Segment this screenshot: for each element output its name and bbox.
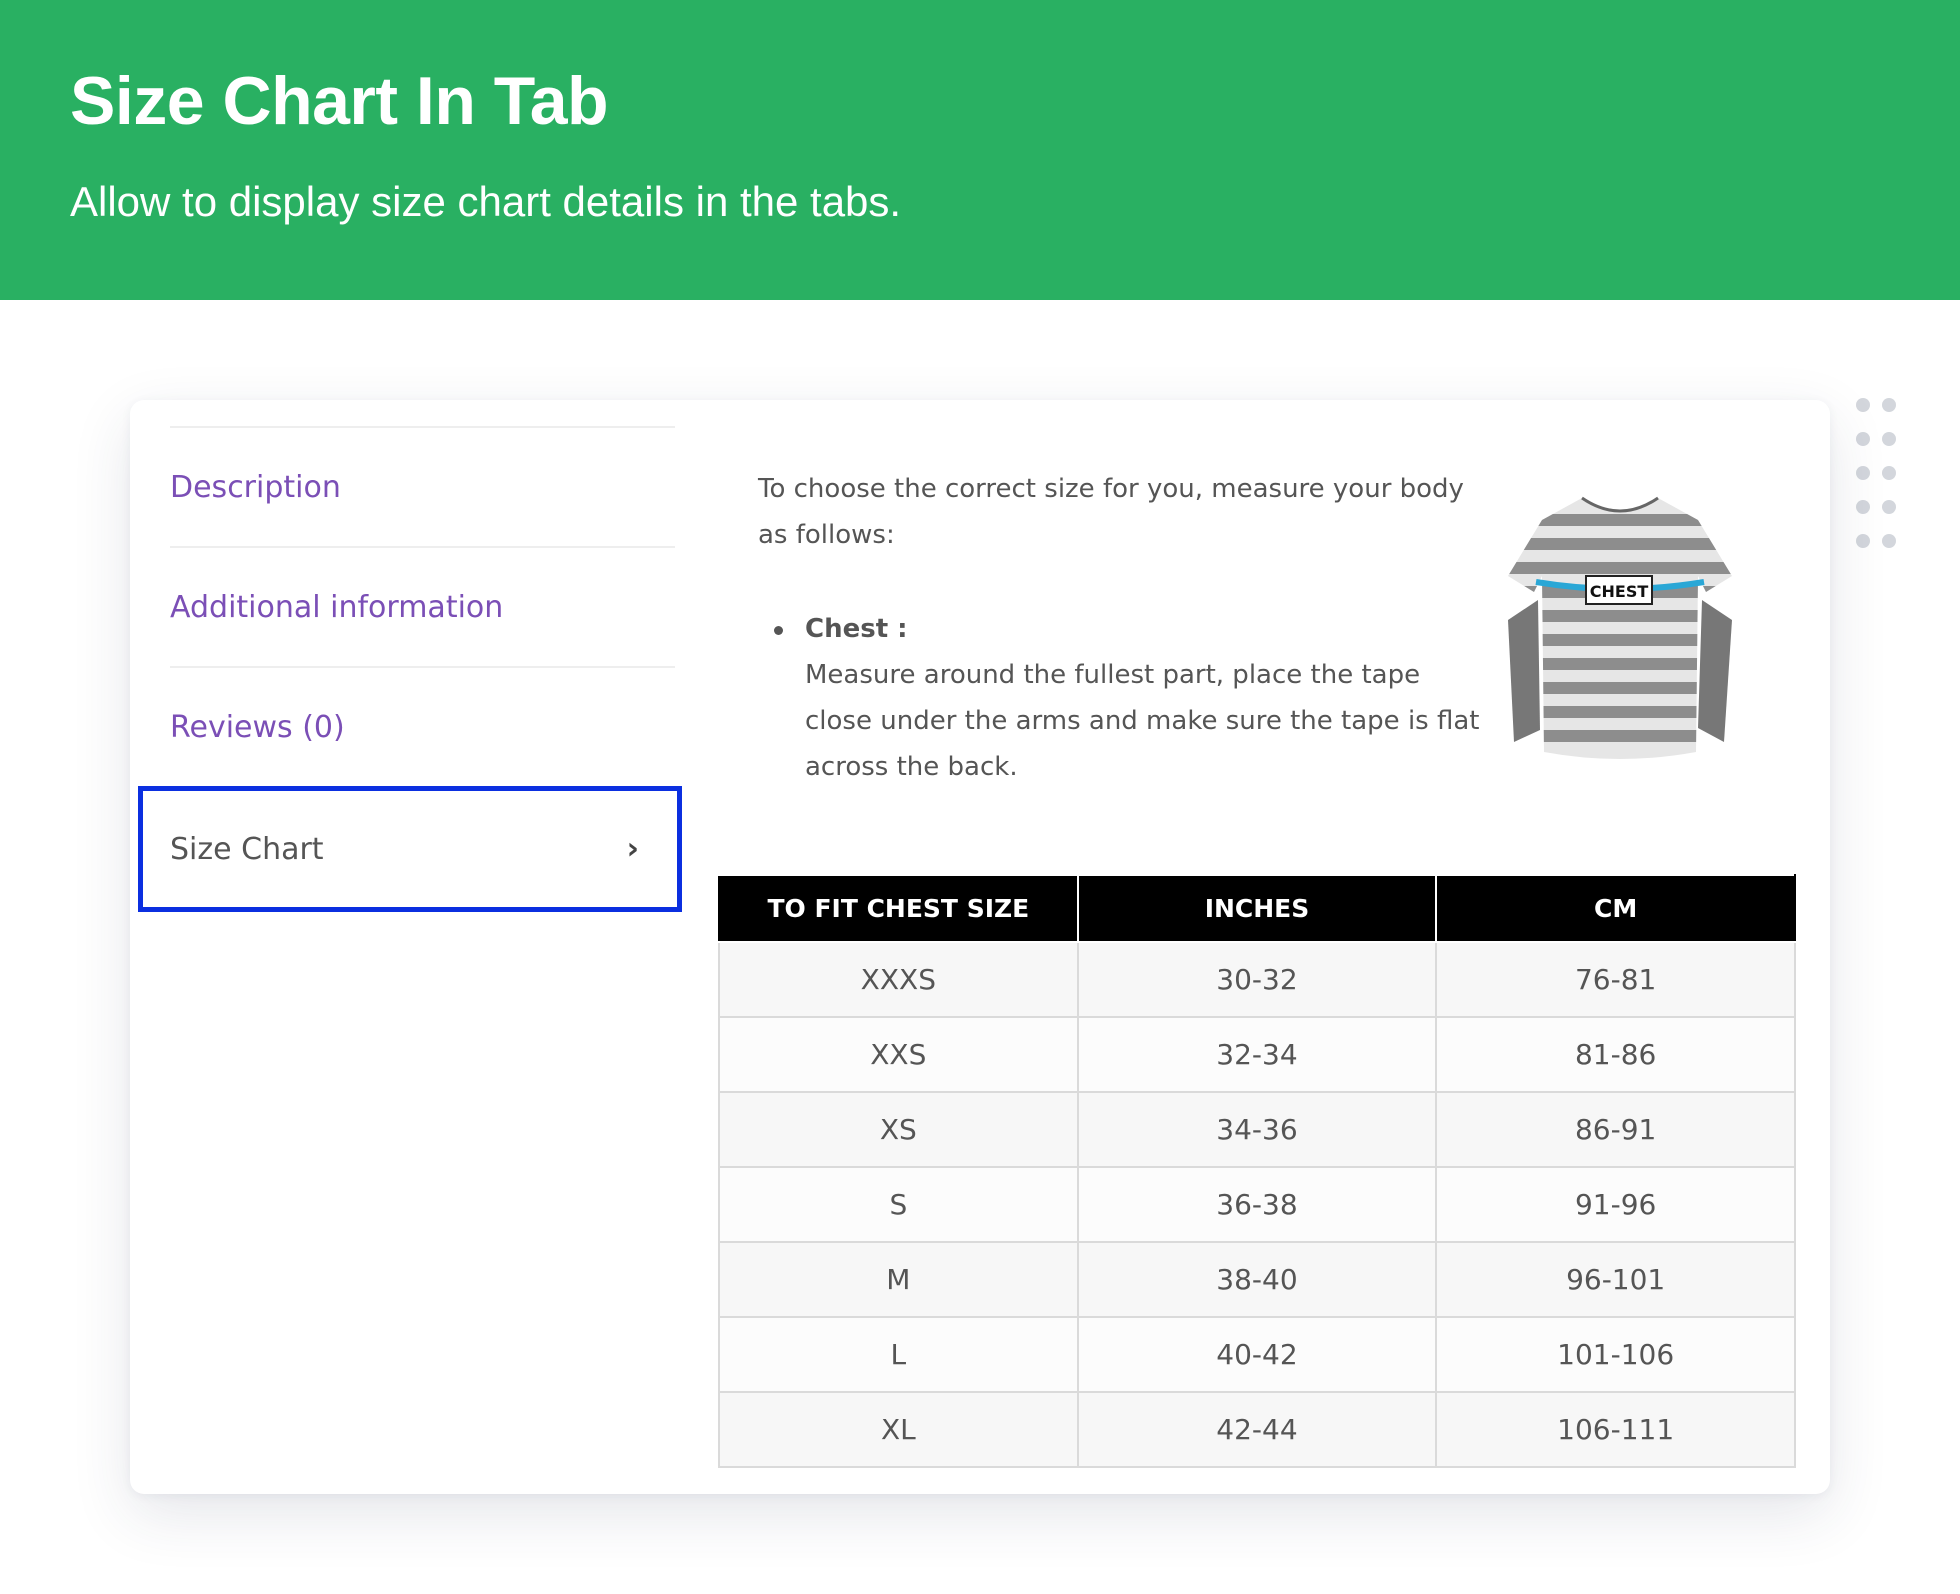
tab-additional-information[interactable]: Additional information [170,546,675,666]
right-arm-shape [1698,600,1732,742]
chest-label: Chest : [805,614,908,644]
product-tabs-card: Description Additional information Revie… [130,400,1830,1494]
table-cell: 76-81 [1435,941,1796,1018]
hero-banner: Size Chart In Tab Allow to display size … [0,0,1960,300]
tab-label: Description [170,469,341,505]
hero-subtitle: Allow to display size chart details in t… [70,178,902,225]
table-row: XS 34-36 86-91 [718,1091,1796,1168]
size-guide-intro: To choose the correct size for you, meas… [758,474,1464,550]
size-chart-table: TO FIT CHEST SIZE INCHES CM XXXS 30-32 7… [718,874,1796,1468]
table-cell: XL [718,1391,1079,1468]
tab-size-chart[interactable]: Size Chart › [138,786,682,912]
decorative-dots [1856,398,1906,558]
chevron-right-icon: › [626,831,639,867]
table-cell: 91-96 [1435,1166,1796,1243]
hero-title: Size Chart In Tab [70,63,609,139]
tab-list: Description Additional information Revie… [138,426,682,912]
tab-label: Additional information [170,589,504,625]
table-cell: M [718,1241,1079,1318]
table-cell: 38-40 [1076,1241,1438,1318]
tab-label: Size Chart [170,831,324,867]
table-row: S 36-38 91-96 [718,1166,1796,1243]
table-cell: 36-38 [1076,1166,1438,1243]
column-header: INCHES [1076,874,1438,943]
table-cell: 96-101 [1435,1241,1796,1318]
bullet-icon [774,626,783,635]
column-header: TO FIT CHEST SIZE [718,874,1079,943]
table-cell: 86-91 [1435,1091,1796,1168]
tab-description[interactable]: Description [170,426,675,546]
table-cell: XXS [718,1016,1079,1093]
table-row: XXXS 30-32 76-81 [718,941,1796,1018]
table-header-row: TO FIT CHEST SIZE INCHES CM [718,874,1796,943]
table-cell: 40-42 [1076,1316,1438,1393]
table-cell: 30-32 [1076,941,1438,1018]
table-row: XXS 32-34 81-86 [718,1016,1796,1093]
table-row: M 38-40 96-101 [718,1241,1796,1318]
table-cell: XS [718,1091,1079,1168]
table-cell: 34-36 [1076,1091,1438,1168]
tab-label: Reviews (0) [170,709,345,745]
tshirt-chest-measure-image: CHEST [1508,496,1732,759]
column-header: CM [1435,874,1796,943]
table-cell: 101-106 [1435,1316,1796,1393]
table-row: XL 42-44 106-111 [718,1391,1796,1468]
chest-tag-label: CHEST [1590,582,1649,601]
table-row: L 40-42 101-106 [718,1316,1796,1393]
table-cell: 42-44 [1076,1391,1438,1468]
chest-instructions: Measure around the fullest part, place t… [805,660,1480,782]
table-cell: L [718,1316,1079,1393]
tab-reviews[interactable]: Reviews (0) [170,666,675,786]
table-cell: 32-34 [1076,1016,1438,1093]
table-cell: 81-86 [1435,1016,1796,1093]
table-cell: S [718,1166,1079,1243]
table-cell: XXXS [718,941,1079,1018]
table-cell: 106-111 [1435,1391,1796,1468]
left-arm-shape [1508,600,1540,742]
